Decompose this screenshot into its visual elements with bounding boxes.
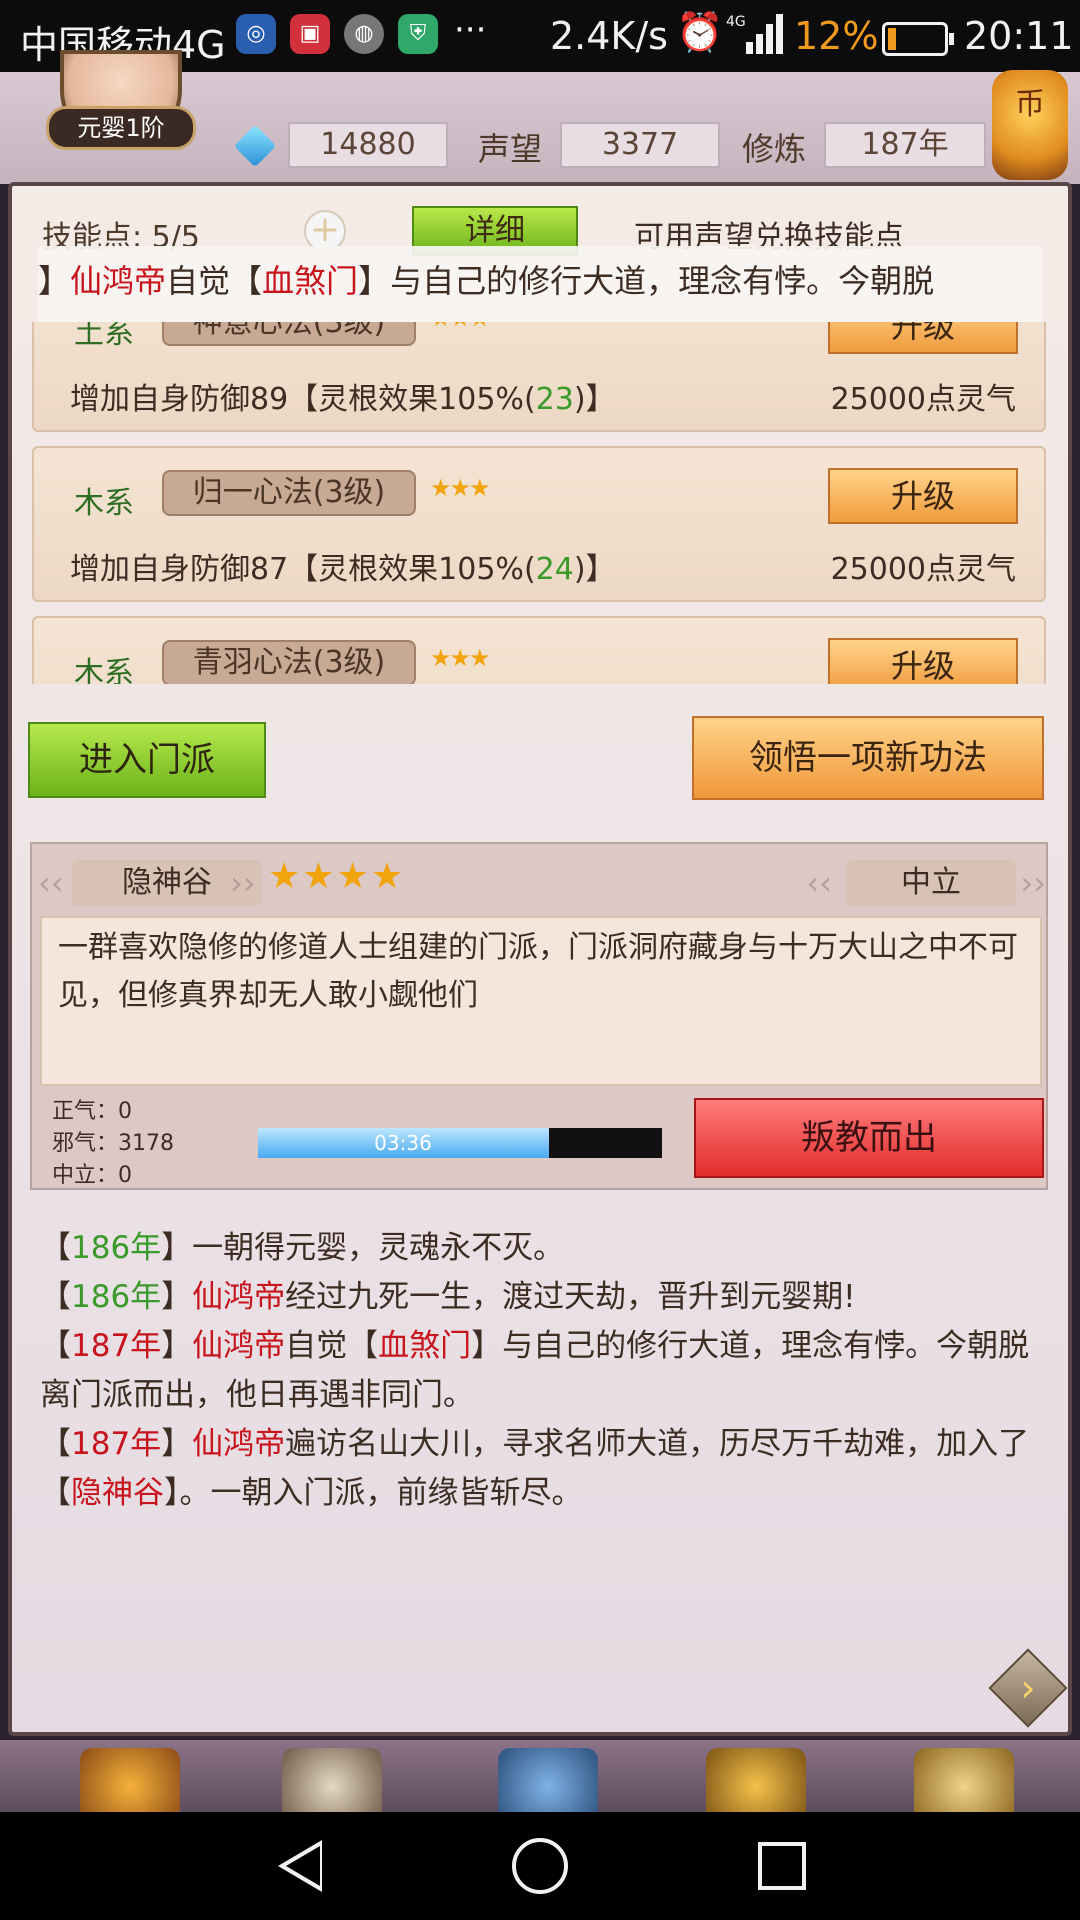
skill-card: 木系 归一心法(3级) ★★★ 升级 增加自身防御87【灵根效果105%(24)… [32,446,1046,602]
log-entry: 【187年】仙鸿帝遍访名山大川，寻求名师大道，历尽万千劫难，加入了【隐神谷】。一… [40,1426,1030,1511]
skill-stars: ★★★ [430,474,491,502]
sect-description: 一群喜欢隐修的修道人士组建的门派，门派洞府藏身与十万大山之中不可见，但修真界却无… [40,916,1042,1086]
sect-stars: ★★★★ [268,856,406,897]
cultivation-years: 187年 [824,122,986,168]
player-avatar[interactable]: 元婴1阶 [36,50,206,176]
skill-element: 土系 [74,322,134,351]
prestige-label: 声望 [478,130,543,168]
cultivation-label: 修炼 [742,130,807,168]
skill-name: 青羽心法(3级) [162,640,416,684]
skill-effect: 增加自身防御87【灵根效果105%(24)】 [70,552,616,587]
battery-icon [882,22,954,56]
upgrade-button[interactable]: 升级 [828,322,1018,354]
skill-element: 木系 [74,486,134,521]
chevron-right-icon: ›› [1020,864,1046,902]
leave-sect-button[interactable]: 叛教而出 [694,1098,1044,1178]
treasure-menu-icon[interactable] [706,1748,806,1812]
shield-icon: ⛨ [398,14,438,54]
equipment-menu-icon[interactable] [282,1748,382,1812]
chevron-right-icon: ›› [230,864,256,902]
skill-list[interactable]: 土系 神意心法(3级) ★★★ 升级 增加自身防御89【灵根效果105%(23)… [30,322,1048,684]
enter-sect-button[interactable]: 进入门派 [28,722,266,798]
chevron-right-icon: › [1020,1666,1036,1710]
home-icon[interactable] [512,1838,568,1894]
skill-card: 土系 神意心法(3级) ★★★ 升级 增加自身防御89【灵根效果105%(23)… [32,322,1046,432]
skill-name: 归一心法(3级) [162,470,416,516]
alchemy-menu-icon[interactable] [914,1748,1014,1812]
signal-icon: 4G [726,14,783,54]
app-notification-icon: ◎ [236,14,276,54]
more-notifications-icon: ··· [454,10,487,50]
recents-icon[interactable] [758,1842,806,1890]
chevron-left-icon: ‹‹ [38,864,64,902]
app-notification-icon: ▣ [290,14,330,54]
shop-lantern-icon[interactable]: 币 [992,70,1068,180]
network-speed: 2.4K/s [550,14,668,58]
spirit-stone-count: 14880 [288,122,448,168]
skill-cost: 25000点灵气 [830,382,1016,417]
skill-effect: 增加自身防御89【灵根效果105%(23)】 [70,382,616,417]
skill-cost: 25000点灵气 [830,552,1016,587]
upgrade-button[interactable]: 升级 [828,638,1018,684]
character-menu-icon[interactable] [80,1748,180,1812]
cultivation-rank: 元婴1阶 [46,106,196,150]
chevron-left-icon: ‹‹ [806,864,832,902]
log-entry: 【186年】一朝得元婴，灵魂永不灭。 [40,1230,565,1266]
neutral-value: 中立：0 [52,1163,132,1188]
skill-stars: ★★★ [430,322,491,332]
network-type: 4G [726,14,746,30]
alignment-stats: 正气：0 邪气：3178 中立：0 [52,1096,174,1192]
bag-menu-icon[interactable] [498,1748,598,1812]
skill-element: 木系 [74,656,134,684]
skill-stars: ★★★ [430,644,491,672]
upgrade-button[interactable]: 升级 [828,468,1018,524]
log-year: 186年 [71,1230,162,1266]
prestige-value: 3377 [560,122,720,168]
learn-technique-button[interactable]: 领悟一项新功法 [692,716,1044,800]
log-year: 186年 [71,1279,162,1315]
log-entry: 【186年】仙鸿帝经过九死一生，渡过天劫，晋升到元婴期! [40,1279,856,1315]
evil-value: 邪气：3178 [52,1131,174,1156]
log-entry: 【187年】仙鸿帝自觉【血煞门】与自己的修行大道，理念有悖。今朝脱离门派而出，他… [40,1328,1030,1413]
sect-alignment: 中立 [846,860,1016,906]
back-icon[interactable] [278,1840,322,1892]
cooldown-timer: 03:36 [374,1131,432,1155]
sect-header: ‹‹ 隐神谷 ›› ★★★★ ‹‹ 中立 ›› [32,844,1046,912]
log-year: 187年 [71,1426,162,1462]
event-log: 【186年】一朝得元婴，灵魂永不灭。【186年】仙鸿帝经过九死一生，渡过天劫，晋… [40,1224,1050,1518]
battery-percentage: 12% [794,14,879,58]
log-year: 187年 [71,1328,162,1364]
sect-info-box: ‹‹ 隐神谷 ›› ★★★★ ‹‹ 中立 ›› 一群喜欢隐修的修道人士组建的门派… [30,842,1048,1190]
skill-card: 木系 青羽心法(3级) ★★★ 升级 [32,616,1046,684]
alarm-icon: ⏰ [676,10,724,54]
cooldown-progress-bar: 03:36 [258,1128,662,1158]
app-notification-icon: ◍ [344,14,384,54]
righteous-value: 正气：0 [52,1099,132,1124]
news-ticker: 】仙鸿帝自觉【血煞门】与自己的修行大道，理念有悖。今朝脱 [38,246,1042,322]
skill-name: 神意心法(3级) [162,322,416,346]
clock: 20:11 [964,14,1074,58]
